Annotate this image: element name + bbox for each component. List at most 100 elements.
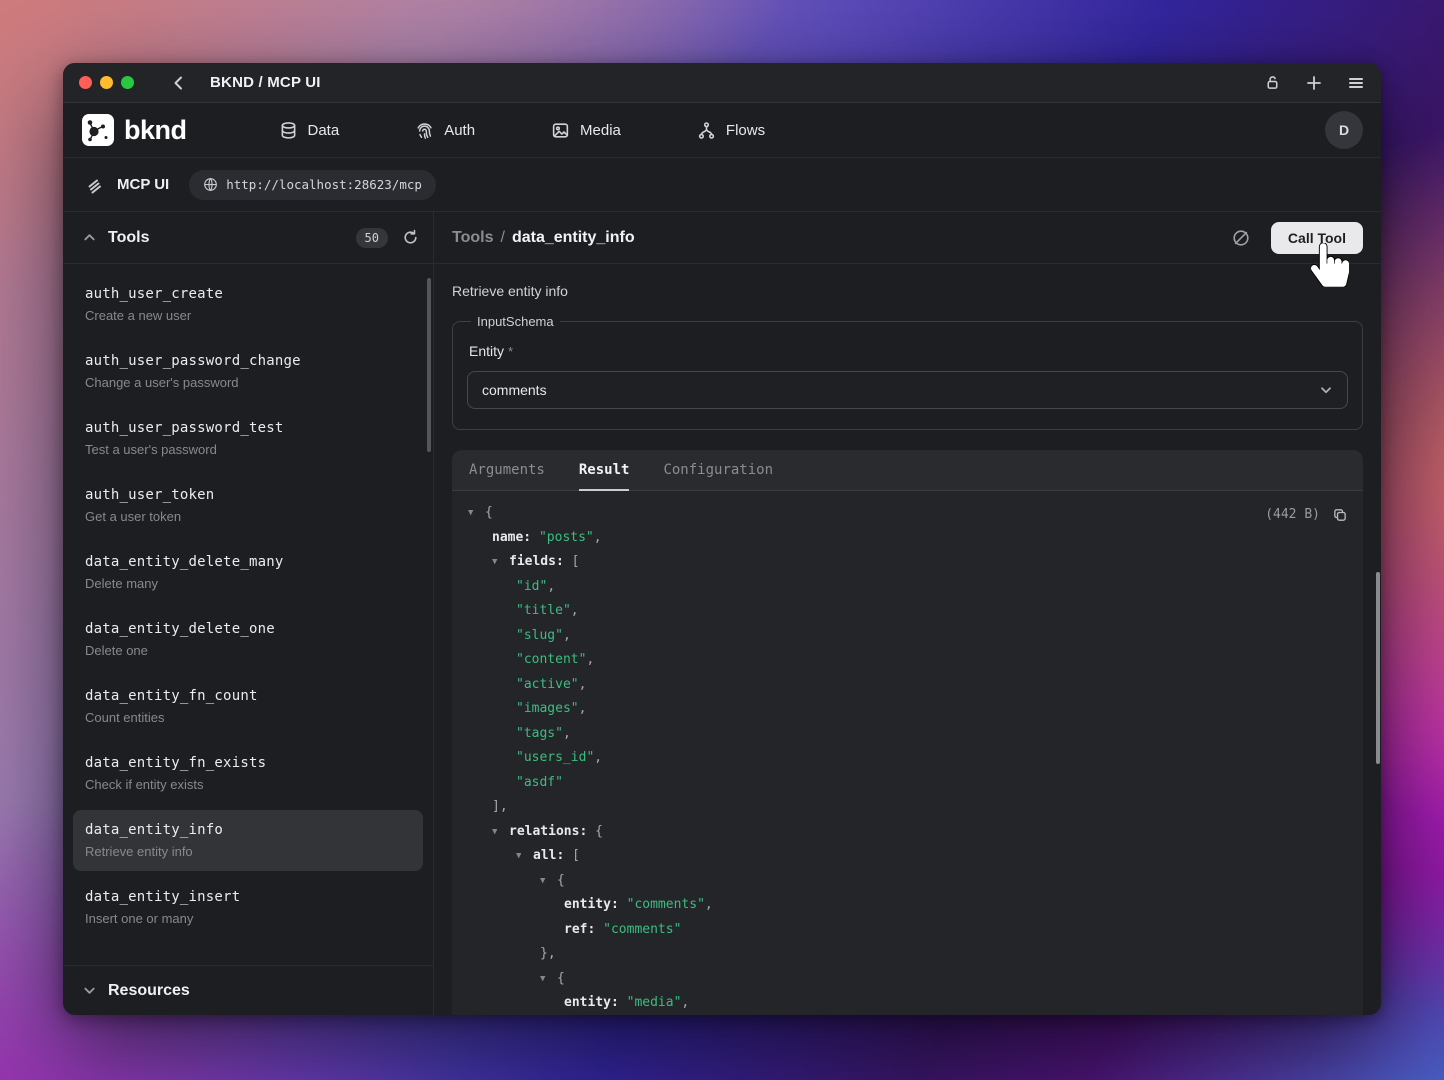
brand-name: bknd: [124, 115, 187, 146]
tool-detail-header: Tools / data_entity_info Call Tool: [434, 212, 1381, 264]
tab-configuration[interactable]: Configuration: [663, 450, 773, 491]
tool-list-item-data_entity_insert[interactable]: data_entity_insert Insert one or many: [73, 877, 423, 938]
json-line: "images",: [468, 697, 1347, 722]
tool-list-item-auth_user_password_change[interactable]: auth_user_password_changeChange a user's…: [73, 341, 423, 402]
json-punctuation: {: [557, 873, 565, 888]
collapse-arrow-icon[interactable]: ▼: [468, 501, 479, 526]
tool-name: auth_user_password_test: [85, 420, 411, 436]
tool-detail-body: Retrieve entity info InputSchema Entity*…: [434, 264, 1381, 1015]
tool-description: Get a user token: [85, 509, 411, 524]
json-line: },: [468, 942, 1347, 967]
tool-description: Insert one or many: [85, 911, 411, 926]
nav-item-data[interactable]: Data: [279, 121, 340, 140]
json-punctuation: {: [595, 824, 603, 839]
mcp-title: MCP UI: [117, 176, 169, 193]
tool-name: data_entity_info: [85, 822, 411, 838]
tool-list-item-data_entity_delete_many[interactable]: data_entity_delete_manyDelete many: [73, 542, 423, 603]
tool-list-item-data_entity_delete_one[interactable]: data_entity_delete_oneDelete one: [73, 609, 423, 670]
tool-description: Test a user's password: [85, 442, 411, 457]
tool-description: Create a new user: [85, 308, 411, 323]
collapse-arrow-icon[interactable]: ▼: [540, 967, 551, 992]
json-string: "active": [516, 677, 579, 692]
tool-list: auth_user_createCreate a new userauth_us…: [63, 264, 433, 965]
mcp-bar: MCP UI http://localhost:28623/mcp: [63, 158, 1381, 212]
call-tool-button[interactable]: Call Tool: [1271, 222, 1363, 254]
chevron-down-icon: [1319, 383, 1333, 397]
json-line: "content",: [468, 648, 1347, 673]
chevron-left-icon: [170, 74, 188, 92]
new-tab-button[interactable]: [1305, 74, 1323, 92]
collapse-arrow-icon[interactable]: ▼: [492, 550, 503, 575]
flow-icon: [697, 121, 716, 140]
json-string: "images": [516, 701, 579, 716]
tool-description: Count entities: [85, 710, 411, 725]
maximize-window-button[interactable]: [121, 76, 134, 89]
collapse-arrow-icon[interactable]: ▼: [516, 844, 527, 869]
tool-name: data_entity_fn_exists: [85, 755, 411, 771]
nav-item-label: Auth: [444, 122, 475, 139]
json-line: ▼all: [: [468, 844, 1347, 869]
close-window-button[interactable]: [79, 76, 92, 89]
json-string: "title": [516, 603, 571, 618]
collapse-arrow-icon[interactable]: ▼: [540, 869, 551, 894]
plus-icon: [1305, 74, 1323, 92]
nav-item-auth[interactable]: Auth: [415, 121, 475, 140]
nav-item-flows[interactable]: Flows: [697, 121, 765, 140]
json-line: "id",: [468, 575, 1347, 600]
lock-button[interactable]: [1264, 74, 1281, 91]
window-title: BKND / MCP UI: [210, 74, 321, 91]
json-line: "active",: [468, 673, 1347, 698]
json-line: ▼{: [468, 967, 1347, 992]
tools-count-badge: 50: [356, 228, 388, 248]
menu-button[interactable]: [1347, 74, 1365, 92]
top-nav: bknd Data Auth Media Flows D: [63, 103, 1381, 158]
refresh-tools-button[interactable]: [402, 229, 419, 246]
tool-name: data_entity_fn_count: [85, 688, 411, 704]
json-punctuation: ,: [571, 603, 579, 618]
tab-result[interactable]: Result: [579, 450, 630, 491]
tool-list-item-data_entity_fn_count[interactable]: data_entity_fn_count Count entities: [73, 676, 423, 737]
hamburger-menu-icon: [1347, 74, 1365, 92]
tool-list-item-auth_user_create[interactable]: auth_user_createCreate a new user: [73, 274, 423, 335]
sidebar-scrollbar-thumb[interactable]: [427, 278, 431, 452]
tool-list-item-data_entity_fn_exists[interactable]: data_entity_fn_existsCheck if entity exi…: [73, 743, 423, 804]
json-line: name: "posts",: [468, 526, 1347, 551]
tool-list-item-auth_user_token[interactable]: auth_user_tokenGet a user token: [73, 475, 423, 536]
collapse-arrow-icon[interactable]: ▼: [492, 820, 503, 845]
copy-result-button[interactable]: [1332, 507, 1348, 523]
json-line: ▼{: [468, 501, 1347, 526]
tool-list-item-data_entity_info[interactable]: data_entity_info Retrieve entity info: [73, 810, 423, 871]
auto-refresh-off-button[interactable]: [1231, 228, 1251, 248]
entity-select[interactable]: comments: [467, 371, 1348, 409]
minimize-window-button[interactable]: [100, 76, 113, 89]
resources-section-header[interactable]: Resources: [63, 965, 433, 1015]
bknd-logo-icon: [81, 113, 115, 147]
tool-list-item-auth_user_password_test[interactable]: auth_user_password_test Test a user's pas…: [73, 408, 423, 469]
json-result-view: (442 B) ▼{name: "posts",▼fields: ["id","…: [452, 491, 1363, 1015]
tools-section-header[interactable]: Tools 50: [63, 212, 433, 264]
main-scrollbar-thumb[interactable]: [1376, 572, 1380, 764]
entity-label-text: Entity: [469, 343, 504, 359]
tool-name: auth_user_password_change: [85, 353, 411, 369]
chevron-up-icon: [83, 231, 96, 244]
nav-item-label: Data: [308, 122, 340, 139]
json-punctuation: [: [572, 554, 580, 569]
tool-name: data_entity_insert: [85, 889, 411, 905]
input-schema-legend: InputSchema: [471, 314, 560, 329]
brand-logo[interactable]: bknd: [81, 113, 187, 147]
json-line: "slug",: [468, 624, 1347, 649]
back-button[interactable]: [170, 74, 188, 92]
tool-description: Retrieve entity info: [85, 844, 411, 859]
json-line: "users_id",: [468, 746, 1347, 771]
json-string: "tags": [516, 726, 563, 741]
server-url-pill[interactable]: http://localhost:28623/mcp: [189, 170, 436, 200]
input-schema-fieldset: InputSchema Entity* comments: [452, 314, 1363, 430]
json-key: entity:: [564, 897, 627, 912]
user-avatar[interactable]: D: [1325, 111, 1363, 149]
nav-item-media[interactable]: Media: [551, 121, 621, 140]
json-punctuation: ,: [594, 530, 602, 545]
breadcrumb-section[interactable]: Tools: [452, 229, 493, 247]
tool-name: data_entity_delete_one: [85, 621, 411, 637]
json-punctuation: ,: [705, 897, 713, 912]
tab-arguments[interactable]: Arguments: [469, 450, 545, 491]
